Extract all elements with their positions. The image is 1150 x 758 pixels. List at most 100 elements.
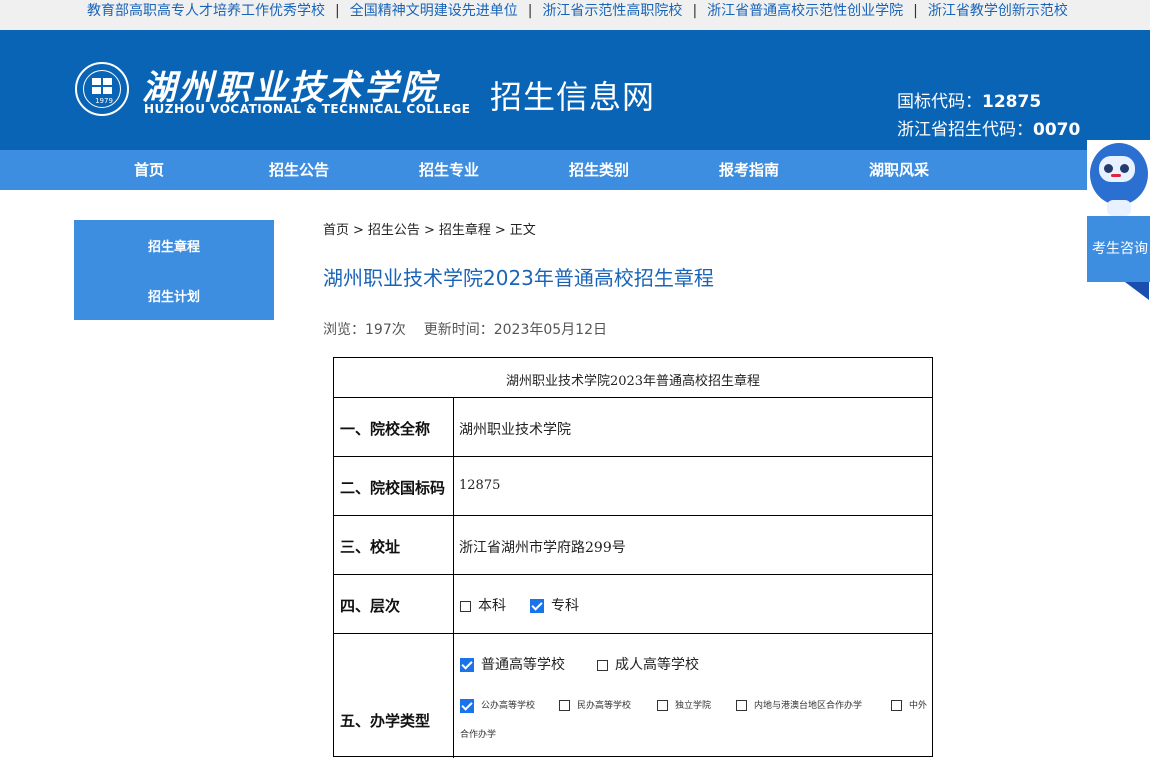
breadcrumb-charter[interactable]: 招生章程 — [439, 223, 491, 238]
row-header: 一、院校全称 — [334, 398, 454, 456]
nav-campus-style[interactable]: 湖职风采 — [839, 150, 959, 190]
option-label: 普通高等学校 — [481, 657, 565, 673]
option-label: 成人高等学校 — [615, 657, 699, 673]
breadcrumb-announcements[interactable]: 招生公告 — [368, 223, 420, 238]
national-code-label: 国标代码： — [897, 92, 982, 112]
row-label: 四、层次 — [340, 597, 401, 615]
college-seal-logo[interactable]: 1979 — [75, 62, 129, 116]
row-header: 四、层次 — [334, 575, 454, 633]
breadcrumb-separator: > — [353, 223, 364, 238]
honor-list: 教育部高职高专人才培养工作优秀学校 | 全国精神文明建设先进单位 | 浙江省示范性高职院… — [87, 0, 1068, 22]
separator: | — [692, 3, 698, 19]
level-option-vocational[interactable]: 专科 — [530, 595, 579, 615]
breadcrumb-separator: > — [423, 223, 435, 238]
row-value: 12875 — [459, 478, 501, 493]
side-item-charter[interactable]: 招生章程 — [74, 236, 274, 255]
subtype-option-public[interactable]: 公办高等学校 — [460, 698, 535, 713]
row-label: 三、校址 — [340, 538, 401, 556]
honor-item[interactable]: 浙江省教学创新示范校 — [928, 3, 1068, 19]
checkbox-unchecked-icon[interactable] — [657, 700, 668, 711]
subtype-option-hkmotw[interactable]: 内地与港澳台地区合作办学 — [736, 698, 862, 711]
article-meta: 浏览：197次 更新时间：2023年05月12日 — [323, 319, 607, 339]
nav-categories[interactable]: 招生类别 — [539, 150, 659, 190]
breadcrumb: 首页 > 招生公告 > 招生章程 > 正文 — [323, 219, 536, 238]
type-option-adult[interactable]: 成人高等学校 — [597, 654, 699, 674]
main-nav: 首页 招生公告 招生专业 招生类别 报考指南 湖职风采 — [0, 150, 1150, 190]
row-value: 浙江省湖州市学府路299号 — [459, 540, 626, 556]
table-row: 五、办学类型 普通高等学校 成人高等学校 公办高等学校 民办高等学校 独立学院 … — [334, 634, 932, 758]
checkbox-checked-icon[interactable] — [530, 599, 544, 613]
robot-mascot-icon[interactable] — [1087, 140, 1150, 218]
consult-widget[interactable]: 考生咨询 — [1087, 140, 1150, 305]
checkbox-checked-icon[interactable] — [460, 658, 474, 672]
row-header: 五、办学类型 — [334, 634, 454, 758]
honor-item[interactable]: 教育部高职高专人才培养工作优秀学校 — [87, 3, 325, 19]
ribbon-tail-icon — [1101, 282, 1149, 300]
row-header: 二、院校国标码 — [334, 457, 454, 515]
nav-announcements[interactable]: 招生公告 — [239, 150, 359, 190]
separator: | — [527, 3, 533, 19]
site-header: 1979 湖州职业技术学院 HUZHOU VOCATIONAL & TECHNI… — [0, 30, 1150, 150]
checkbox-unchecked-icon[interactable] — [559, 700, 570, 711]
consult-button[interactable]: 考生咨询 — [1087, 216, 1150, 282]
article-title: 湖州职业技术学院2023年普通高校招生章程 — [323, 266, 714, 290]
consult-label: 考生咨询 — [1092, 241, 1148, 257]
separator: | — [913, 3, 918, 19]
breadcrumb-home[interactable]: 首页 — [323, 223, 349, 238]
row-label: 五、办学类型 — [340, 712, 431, 730]
level-option-undergrad[interactable]: 本科 — [460, 595, 506, 615]
college-name-en: HUZHOU VOCATIONAL & TECHNICAL COLLEGE — [144, 102, 471, 116]
row-label: 一、院校全称 — [340, 420, 431, 438]
seal-year: 1979 — [95, 97, 113, 105]
national-code-value: 12875 — [982, 92, 1042, 112]
side-menu: 招生章程 招生计划 — [74, 220, 274, 320]
province-code-line: 浙江省招生代码：0070 — [897, 116, 1080, 144]
option-label: 中外 — [909, 701, 928, 711]
honor-item[interactable]: 浙江省普通高校示范性创业学院 — [707, 3, 903, 19]
option-label: 本科 — [478, 598, 506, 614]
option-label: 公办高等学校 — [481, 701, 536, 711]
checkbox-unchecked-icon[interactable] — [736, 700, 747, 711]
type-option-regular[interactable]: 普通高等学校 — [460, 654, 565, 674]
side-item-plan[interactable]: 招生计划 — [74, 286, 274, 305]
honor-item[interactable]: 全国精神文明建设先进单位 — [350, 3, 518, 19]
view-count: 浏览：197次 — [323, 322, 406, 338]
breadcrumb-current: 正文 — [509, 223, 536, 238]
subtype-option-sino-foreign[interactable]: 中外 — [891, 698, 927, 711]
option-label: 独立学院 — [675, 701, 712, 711]
option-label: 内地与港澳台地区合作办学 — [754, 701, 863, 711]
breadcrumb-separator: > — [494, 223, 506, 238]
table-row: 一、院校全称 湖州职业技术学院 — [334, 398, 932, 457]
option-label: 民办高等学校 — [577, 701, 632, 711]
national-code-line: 国标代码：12875 — [897, 88, 1080, 116]
checkbox-unchecked-icon[interactable] — [891, 700, 902, 711]
charter-table: 湖州职业技术学院2023年普通高校招生章程 一、院校全称 湖州职业技术学院 二、… — [333, 357, 933, 758]
row-header: 三、校址 — [334, 516, 454, 574]
table-row: 三、校址 浙江省湖州市学府路299号 — [334, 516, 932, 575]
seal-mark-icon — [92, 78, 112, 94]
table-row: 二、院校国标码 12875 — [334, 457, 932, 516]
row-label: 二、院校国标码 — [340, 479, 446, 497]
province-code-label: 浙江省招生代码： — [897, 120, 1033, 140]
province-code-value: 0070 — [1033, 120, 1081, 140]
nav-guide[interactable]: 报考指南 — [689, 150, 809, 190]
checkbox-checked-icon[interactable] — [460, 698, 474, 713]
checkbox-unchecked-icon[interactable] — [597, 659, 608, 671]
update-time: 更新时间：2023年05月12日 — [423, 322, 607, 338]
subtype-option-private[interactable]: 民办高等学校 — [559, 698, 631, 711]
nav-home[interactable]: 首页 — [89, 150, 209, 190]
table-row: 四、层次 本科 专科 — [334, 575, 932, 634]
nav-majors[interactable]: 招生专业 — [389, 150, 509, 190]
table-caption: 湖州职业技术学院2023年普通高校招生章程 — [505, 374, 761, 389]
table-caption-row: 湖州职业技术学院2023年普通高校招生章程 — [334, 358, 932, 398]
separator: | — [335, 3, 340, 19]
site-title: 招生信息网 — [490, 78, 656, 116]
option-label: 专科 — [551, 598, 579, 614]
admission-codes: 国标代码：12875 浙江省招生代码：0070 — [897, 88, 1080, 144]
honor-bar: 教育部高职高专人才培养工作优秀学校 | 全国精神文明建设先进单位 | 浙江省示范性高职院… — [0, 0, 1150, 30]
subtype-wrap-text: 合作办学 — [460, 730, 497, 740]
subtype-option-independent[interactable]: 独立学院 — [657, 698, 711, 711]
honor-item[interactable]: 浙江省示范性高职院校 — [542, 3, 682, 19]
row-value: 湖州职业技术学院 — [459, 422, 571, 438]
checkbox-unchecked-icon[interactable] — [460, 600, 471, 612]
